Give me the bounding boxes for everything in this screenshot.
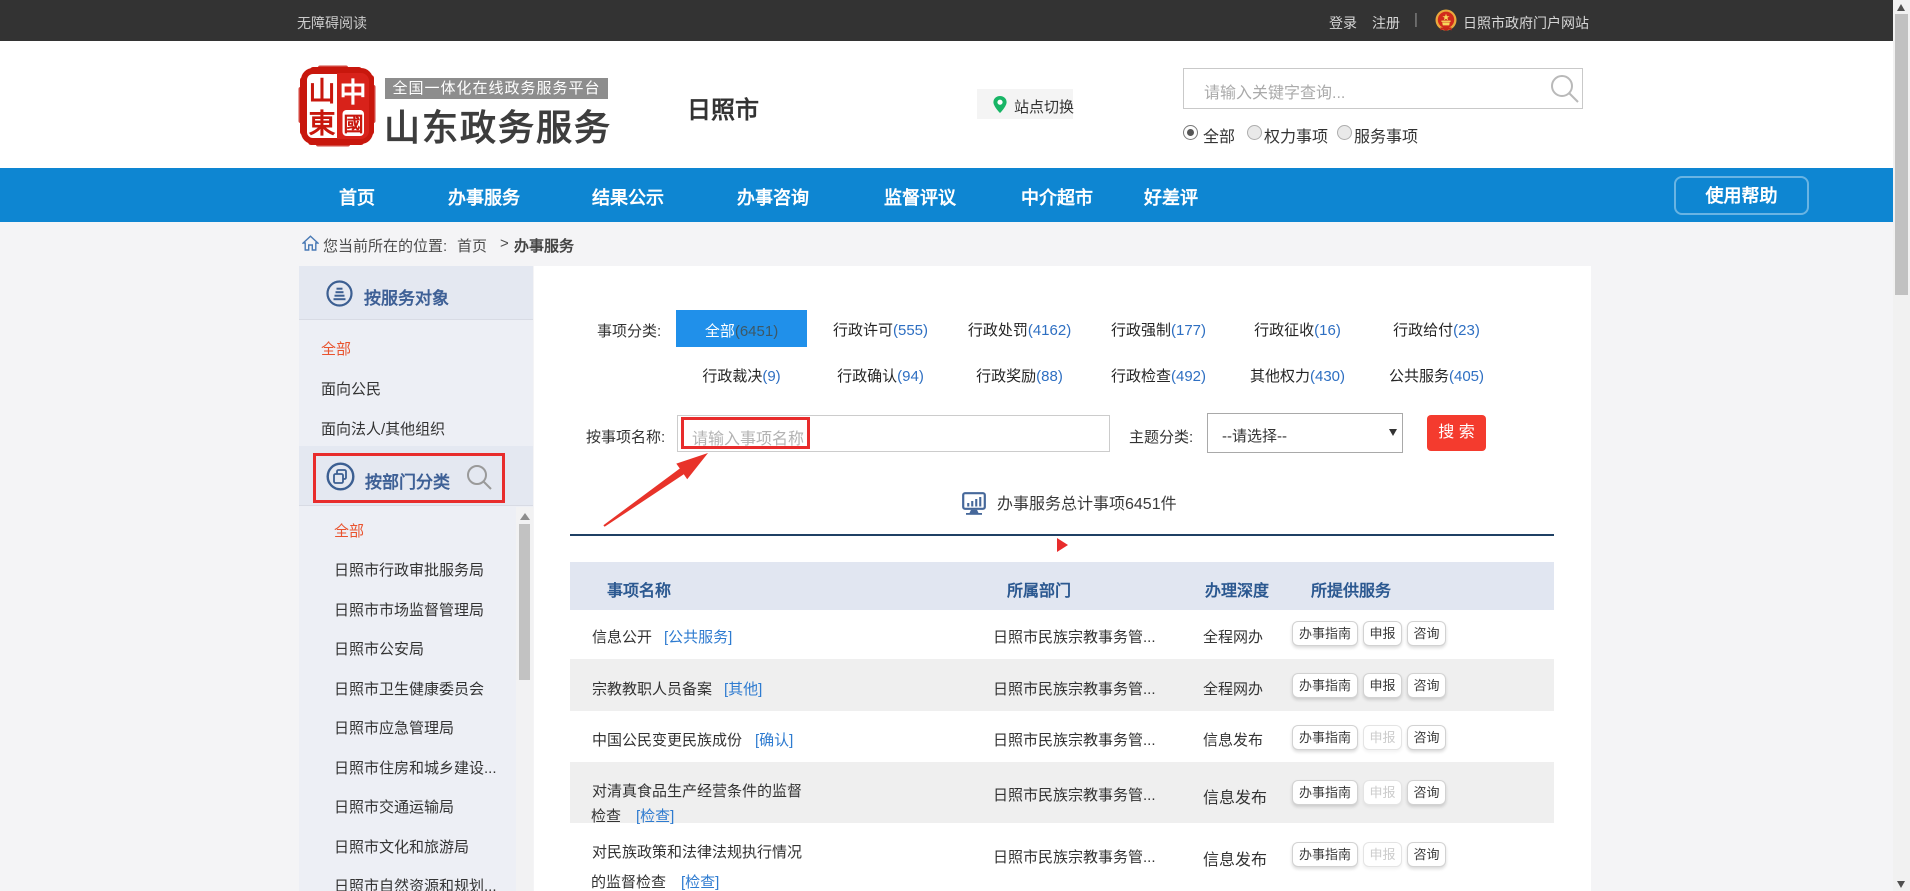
svg-text:東: 東	[309, 109, 336, 139]
svg-text:國: 國	[344, 114, 364, 136]
svg-text:中: 中	[340, 78, 367, 108]
svg-text:山: 山	[309, 77, 336, 107]
